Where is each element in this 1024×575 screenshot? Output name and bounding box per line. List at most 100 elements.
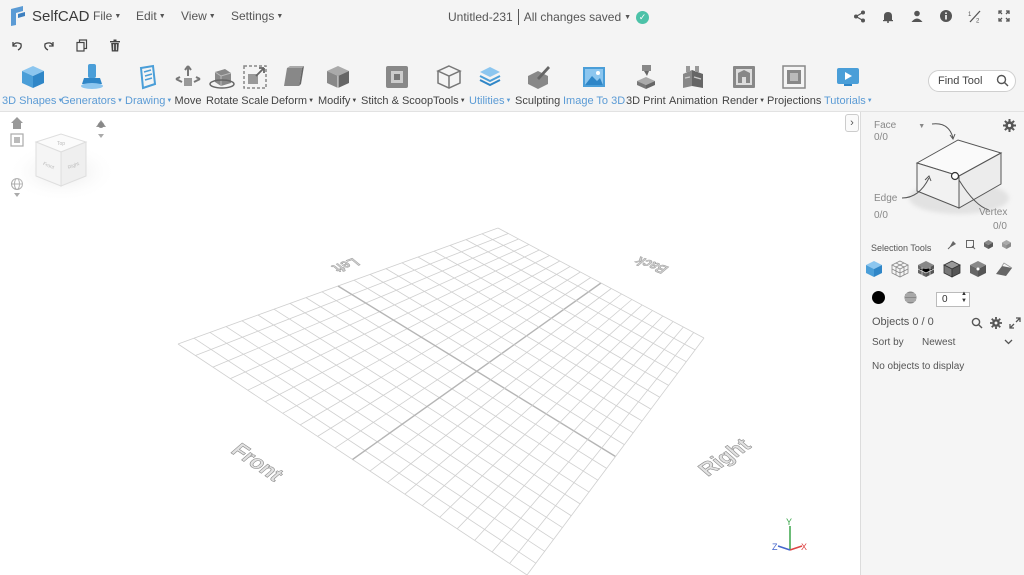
vertex-select-icon[interactable] bbox=[969, 260, 987, 283]
axis-x-label: X bbox=[801, 542, 807, 552]
tool-deform[interactable]: Deform▼ bbox=[271, 62, 314, 107]
tool-projections[interactable]: Projections bbox=[767, 62, 821, 107]
trash-icon[interactable] bbox=[107, 37, 123, 53]
tool-3d-print[interactable]: 3D Print bbox=[626, 62, 666, 107]
objects-tool-icons bbox=[971, 316, 1021, 334]
menu-edit[interactable]: Edit ▼ bbox=[136, 9, 166, 23]
tool-tutorials[interactable]: Tutorials▼ bbox=[824, 62, 873, 107]
objects-settings-icon[interactable] bbox=[990, 316, 1002, 334]
history-bar bbox=[0, 32, 1024, 58]
plane-select-icon[interactable] bbox=[995, 260, 1013, 283]
menu-view[interactable]: View ▼ bbox=[181, 9, 216, 23]
tool-modify[interactable]: Modify▼ bbox=[318, 62, 357, 107]
selfcad-logo-icon bbox=[11, 6, 25, 26]
move-icon bbox=[174, 62, 202, 92]
back-label-text: Back bbox=[630, 255, 672, 277]
stepper-arrows-icon[interactable]: ▲ ▼ bbox=[961, 291, 967, 305]
camera-light-icon[interactable] bbox=[96, 120, 106, 138]
tool-image-to-3d[interactable]: Image To 3D bbox=[563, 62, 625, 107]
ground-grid bbox=[177, 227, 705, 575]
utilities-icon bbox=[476, 62, 504, 92]
lasso-select-icon[interactable] bbox=[965, 237, 976, 255]
tool-label: Drawing bbox=[125, 95, 166, 107]
tool-generators[interactable]: Generators▼ bbox=[61, 62, 123, 107]
document-title-area: Untitled-231 All changes saved ▼ ✓ bbox=[448, 9, 650, 25]
selection-tools-label: Selection Tools bbox=[871, 243, 932, 253]
units-icon[interactable]: 12 bbox=[967, 8, 983, 24]
cube-icon bbox=[19, 62, 47, 92]
tool-tools[interactable]: Tools▼ bbox=[433, 62, 466, 107]
wireframe-select-icon[interactable] bbox=[891, 260, 909, 283]
tool-animation[interactable]: Animation bbox=[669, 62, 718, 107]
viewcube-top-label[interactable]: Top bbox=[57, 141, 65, 147]
selection-tool-small-icons bbox=[947, 237, 1012, 255]
search-icon[interactable] bbox=[996, 74, 1009, 90]
tool-move[interactable]: Move bbox=[174, 62, 202, 107]
axis-y-label: Y bbox=[786, 517, 792, 527]
tool-drawing[interactable]: Drawing▼ bbox=[125, 62, 172, 107]
face-select-icon[interactable] bbox=[917, 260, 935, 283]
menu-settings[interactable]: Settings ▼ bbox=[231, 9, 283, 23]
menu-file[interactable]: File ▼ bbox=[93, 9, 121, 23]
grid-line bbox=[491, 326, 684, 553]
select-connected-icon[interactable] bbox=[983, 237, 994, 255]
tool-label: Modify bbox=[318, 95, 351, 107]
tool-label: Sculpting bbox=[515, 95, 561, 107]
undo-icon[interactable] bbox=[8, 37, 24, 53]
material-icon[interactable] bbox=[904, 291, 917, 309]
rotate-icon bbox=[208, 62, 236, 92]
svg-text:1: 1 bbox=[968, 12, 972, 18]
expand-icon[interactable] bbox=[1009, 316, 1021, 334]
tool-label: Projections bbox=[767, 95, 822, 107]
copy-icon[interactable] bbox=[74, 37, 90, 53]
tool-utilities[interactable]: Utilities▼ bbox=[469, 62, 511, 107]
zoom-fit-icon[interactable] bbox=[10, 133, 24, 147]
color-swatch[interactable] bbox=[872, 291, 885, 304]
image-icon bbox=[580, 62, 608, 92]
edge-label[interactable]: Edge bbox=[874, 193, 897, 204]
redo-icon[interactable] bbox=[41, 37, 57, 53]
edge-select-icon[interactable] bbox=[943, 260, 961, 283]
paint-select-icon[interactable] bbox=[947, 237, 958, 255]
panel-collapse-button[interactable]: › bbox=[845, 114, 859, 132]
tool-label: Generators bbox=[61, 95, 117, 107]
direction-front-label: Front bbox=[226, 439, 289, 486]
tool-render[interactable]: Render▼ bbox=[722, 62, 765, 107]
direction-left-label: Left bbox=[328, 256, 364, 276]
tool-sculpting[interactable]: Sculpting bbox=[515, 62, 560, 107]
info-icon[interactable] bbox=[938, 8, 954, 24]
object-select-icon[interactable] bbox=[865, 260, 883, 283]
tool-3d-shapes[interactable]: 3D Shapes▼ bbox=[2, 62, 63, 107]
fullscreen-icon[interactable] bbox=[996, 8, 1012, 24]
share-icon[interactable] bbox=[851, 8, 867, 24]
modify-icon bbox=[324, 62, 352, 92]
tool-rotate[interactable]: Rotate bbox=[206, 62, 238, 107]
app-logo[interactable]: SelfCAD bbox=[8, 5, 90, 27]
search-objects-icon[interactable] bbox=[971, 316, 983, 334]
quantity-stepper[interactable]: 0 ▲ ▼ bbox=[936, 291, 970, 307]
3d-viewport[interactable]: Top Front Right Left Back Front Right Y … bbox=[0, 112, 860, 575]
printer-icon bbox=[632, 62, 660, 92]
bell-icon[interactable] bbox=[880, 8, 896, 24]
select-all-icon[interactable] bbox=[1001, 237, 1012, 255]
chevron-down-icon bbox=[1004, 337, 1013, 349]
tool-label: Tools bbox=[433, 95, 459, 107]
user-icon[interactable] bbox=[909, 8, 925, 24]
vertex-label[interactable]: Vertex bbox=[979, 207, 1007, 218]
tool-stitch-scoop[interactable]: Stitch & Scoop bbox=[361, 62, 433, 107]
scene-canvas[interactable]: Top Front Right Left Back Front Right Y … bbox=[0, 112, 860, 575]
tool-scale[interactable]: Scale bbox=[241, 62, 269, 107]
tool-label: Move bbox=[174, 95, 202, 107]
tutorials-icon bbox=[834, 62, 862, 92]
home-icon[interactable] bbox=[11, 117, 23, 129]
grid-line bbox=[481, 233, 696, 351]
sort-select[interactable]: Newest bbox=[922, 337, 1016, 353]
document-title[interactable]: Untitled-231 bbox=[448, 10, 513, 24]
vertex-count: 0/0 bbox=[993, 221, 1007, 232]
tool-label: Utilities bbox=[469, 95, 505, 107]
main-toolbar: 3D Shapes▼ Generators▼ Drawing▼ Move Rot… bbox=[0, 58, 1024, 112]
find-tool-input[interactable]: Find Tool bbox=[928, 70, 1016, 92]
save-status-caret[interactable]: ▼ bbox=[624, 14, 631, 21]
grid-line bbox=[509, 332, 695, 564]
tool-label: Animation bbox=[669, 95, 718, 107]
